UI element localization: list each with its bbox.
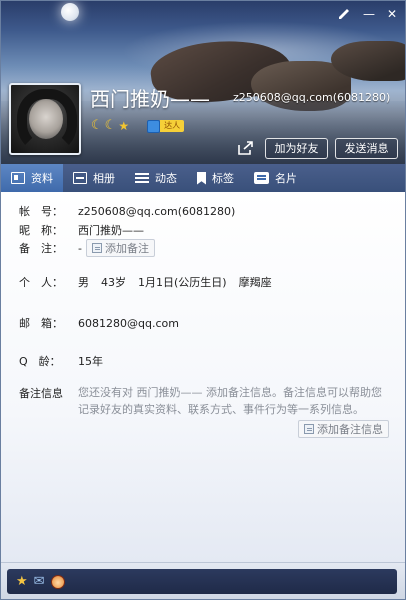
nickname-value: 西门推奶—— [78,224,144,237]
tab-tags[interactable]: 标签 [187,164,244,192]
tab-label: 名片 [275,172,297,185]
add-remark-info-label: 添加备注信息 [317,423,383,436]
qq-age-label: Q 龄： [19,355,61,368]
photo-album-icon [73,172,87,184]
vip-icon [147,119,161,133]
share-icon[interactable] [237,140,255,156]
tab-namecard[interactable]: 名片 [244,164,307,192]
tab-profile[interactable]: 资料 [1,164,63,192]
bottom-toolbar: ★ ✉ [7,569,397,594]
profile-window: — ✕ 西门推奶—— z250608@qq.com(6081280) ☾ ☾ ★… [0,0,406,600]
account-label: 帐 号： [19,205,63,218]
profile-header: — ✕ 西门推奶—— z250608@qq.com(6081280) ☾ ☾ ★… [1,1,405,164]
gender-value: 男 [78,276,89,289]
level-badges[interactable]: ☾ ☾ ★ 达人 [91,117,185,135]
moon-decoration [61,3,79,21]
bookmark-tag-icon [197,171,206,185]
send-message-button[interactable]: 发送消息 [335,138,398,159]
close-button[interactable]: ✕ [384,7,400,21]
add-remark-info-button[interactable]: 添加备注信息 [298,420,389,438]
add-remark-label: 添加备注 [104,242,149,255]
remark-value: - [78,241,82,255]
tab-album[interactable]: 相册 [63,164,125,192]
bottom-bar: ★ ✉ [1,562,405,599]
remark-info-note: 您还没有对 西门推奶—— 添加备注信息。备注信息可以帮助您记录好友的真实资料、联… [78,386,382,416]
game-character-icon[interactable] [50,574,65,589]
moon-level-icon: ☾ [91,118,103,133]
remark-info-row: 备注信息 [19,385,78,401]
qq-age-value: 15年 [78,355,103,368]
moon-level-icon: ☾ [104,118,117,133]
avatar[interactable] [9,83,81,155]
age-value: 43岁 [101,276,126,289]
tab-label: 相册 [93,172,115,185]
email-label: 邮 箱： [19,317,63,330]
personal-row: 个 人： 男 43岁 1月1日(公历生日) 摩羯座 [19,274,272,290]
pencil-icon [339,9,349,19]
add-friend-button[interactable]: 加为好友 [265,138,328,159]
vip-label: 达人 [160,120,185,132]
skin-button[interactable] [336,7,352,21]
feed-list-icon [135,172,149,184]
email-value: 6081280@qq.com [78,316,179,330]
profile-content: 帐 号： z250608@qq.com(6081280) 昵 称： 西门推奶——… [1,192,405,562]
header-account: z250608@qq.com(6081280) [233,91,391,104]
remark-label: 备 注： [19,242,63,255]
zodiac-value: 摩羯座 [238,276,272,289]
nickname-row: 昵 称： 西门推奶—— [19,222,144,238]
remark-row: 备 注： - 添加备注 [19,239,155,257]
namecard-icon [254,172,269,184]
edit-note-icon [304,424,314,434]
remark-info-label: 备注信息 [19,387,63,400]
personal-label: 个 人： [19,276,63,289]
account-row: 帐 号： z250608@qq.com(6081280) [19,203,235,219]
tab-label: 动态 [155,172,177,185]
minimize-button[interactable]: — [361,7,377,21]
tab-label: 标签 [212,172,234,185]
nickname-label: 昵 称： [19,224,63,237]
profile-card-icon [11,172,25,184]
add-remark-button[interactable]: 添加备注 [85,239,155,257]
tab-label: 资料 [31,172,53,185]
edit-note-icon [91,243,102,253]
email-row: 邮 箱： 6081280@qq.com [19,315,179,331]
birthday-value: 1月1日(公历生日) [138,276,227,289]
account-value: z250608@qq.com(6081280) [78,204,236,218]
tab-bar: 资料 相册 动态 标签 名片 [1,164,405,192]
vip-badge[interactable]: 达人 [147,119,185,133]
header-nickname: 西门推奶—— [90,87,210,111]
star-icon[interactable]: ★ [16,574,28,589]
star-level-icon: ★ [118,119,130,133]
tab-feed[interactable]: 动态 [125,164,187,192]
qq-age-row: Q 龄： 15年 [19,353,103,369]
mail-icon[interactable]: ✉ [34,574,45,589]
